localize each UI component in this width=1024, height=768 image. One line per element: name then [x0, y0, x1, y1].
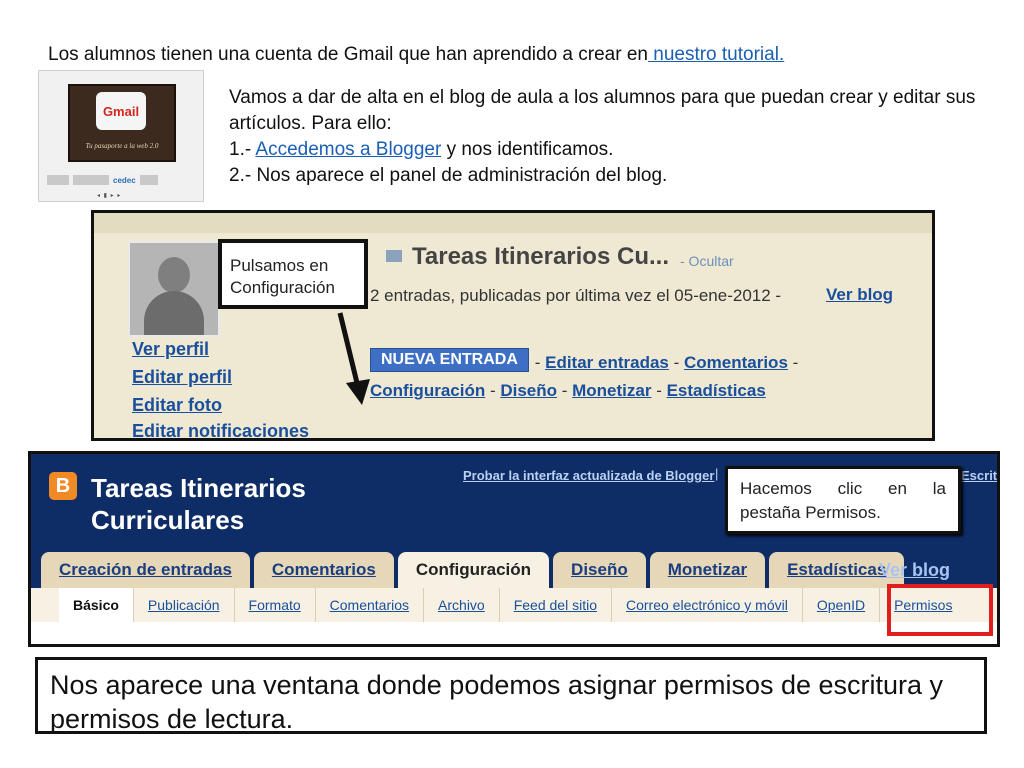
tab-configuracion[interactable]: Configuración [397, 552, 550, 588]
gmail-tutorial-thumbnail[interactable]: Gmail Tu pasaporte a la web 2.0 cedec ◂ … [38, 70, 204, 202]
gmail-logo: Gmail [102, 104, 140, 119]
step-1: 1.- Accedemos a Blogger y nos identifica… [229, 137, 989, 163]
design-link[interactable]: Diseño [500, 381, 557, 400]
sponsor-logos: cedec [47, 173, 195, 187]
intro-sentence: Los alumnos tienen una cuenta de Gmail q… [48, 44, 648, 65]
entries-summary: 2 entradas, publicadas por última vez el… [370, 286, 782, 305]
arrow-icon [337, 312, 370, 405]
player-controls[interactable]: ◂ ▮ ▸ ▸ [97, 192, 121, 199]
monetize-link[interactable]: Monetizar [572, 381, 651, 400]
tab-creacion-entradas[interactable]: Creación de entradas [41, 552, 250, 588]
comments-link[interactable]: Comentarios [684, 353, 788, 372]
edit-photo-link[interactable]: Editar foto [132, 395, 222, 416]
avatar [128, 241, 220, 337]
settings-blog-title: Tareas Itinerarios Curriculares [91, 473, 306, 535]
steps-intro: Vamos a dar de alta en el blog de aula a… [229, 87, 976, 134]
settings-callout-text: Pulsamos en Configuración [230, 256, 335, 297]
subtab-feed[interactable]: Feed del sitio [500, 588, 612, 622]
subtab-formato[interactable]: Formato [235, 588, 316, 622]
view-blog-link[interactable]: Ver blog [826, 285, 893, 305]
step-1-prefix: 1.- [229, 139, 256, 160]
permisos-callout: Hacemos clic en la pestaña Permisos. [725, 466, 961, 534]
avatar-head-icon [158, 257, 190, 293]
cedec-logo: cedec [113, 175, 136, 185]
settings-link[interactable]: Configuración [370, 381, 485, 400]
chalkboard: Gmail Tu pasaporte a la web 2.0 [68, 84, 176, 162]
step-1-suffix: y nos identificamos. [441, 139, 614, 160]
ministry-text-icon [73, 175, 109, 185]
permisos-callout-text: Hacemos clic en la pestaña Permisos. [740, 479, 946, 522]
steps-text: Vamos a dar de alta en el blog de aula a… [229, 85, 989, 189]
subtab-comentarios[interactable]: Comentarios [316, 588, 425, 622]
thumbnail-caption: Tu pasaporte a la web 2.0 [85, 142, 159, 150]
mail-icon [386, 250, 402, 262]
gmail-icon: Gmail [96, 92, 146, 130]
dashboard-top-strip [94, 213, 932, 233]
main-tabs: Creación de entradas Comentarios Configu… [41, 552, 905, 588]
header-separator: | [715, 466, 719, 481]
escritorio-link[interactable]: Escrit [961, 468, 997, 483]
view-profile-link[interactable]: Ver perfil [132, 339, 209, 360]
note-text: Nos aparece una ventana donde podemos as… [50, 670, 944, 734]
settings-subtabs: Básico Publicación Formato Comentarios A… [31, 588, 997, 622]
dashboard-blog-title[interactable]: Tareas Itinerarios Cu... [412, 243, 669, 271]
subtab-openid[interactable]: OpenID [803, 588, 881, 622]
edit-profile-link[interactable]: Editar perfil [132, 367, 232, 388]
subtab-publicacion[interactable]: Publicación [134, 588, 235, 622]
cc-license-icon [139, 175, 158, 185]
settings-callout: Pulsamos en Configuración [218, 239, 368, 309]
blogger-link[interactable]: Accedemos a Blogger [255, 139, 441, 160]
note-box: Nos aparece una ventana donde podemos as… [35, 657, 987, 734]
blogger-dashboard-screenshot: Ver perfil Editar perfil Editar foto Edi… [91, 210, 935, 441]
tab-comentarios[interactable]: Comentarios [253, 552, 394, 588]
tab-monetizar[interactable]: Monetizar [649, 552, 766, 588]
subtab-correo[interactable]: Correo electrónico y móvil [612, 588, 803, 622]
step-2: 2.- Nos aparece el panel de administraci… [229, 165, 668, 186]
permisos-highlight [887, 584, 993, 636]
subtab-basico[interactable]: Básico [59, 588, 134, 622]
blogger-settings-screenshot: B Tareas Itinerarios Curriculares Probar… [28, 451, 1000, 647]
tutorial-link[interactable]: nuestro tutorial. [648, 44, 784, 65]
edit-notifications-link[interactable]: Editar notificaciones [132, 421, 309, 438]
ministry-logo-icon [47, 175, 69, 185]
settings-view-blog-link[interactable]: Ver blog [879, 560, 950, 581]
blogger-logo-icon: B [49, 472, 77, 500]
edit-entries-link[interactable]: Editar entradas [545, 353, 669, 372]
new-entry-button[interactable]: NUEVA ENTRADA [370, 348, 529, 372]
hide-link[interactable]: - Ocultar [680, 253, 734, 269]
subtab-archivo[interactable]: Archivo [424, 588, 500, 622]
tab-diseno[interactable]: Diseño [553, 552, 646, 588]
avatar-body-icon [144, 291, 204, 335]
try-new-interface-link[interactable]: Probar la interfaz actualizada de Blogge… [463, 468, 714, 483]
stats-link[interactable]: Estadísticas [667, 381, 766, 400]
intro-text: Los alumnos tienen una cuenta de Gmail q… [48, 44, 784, 66]
